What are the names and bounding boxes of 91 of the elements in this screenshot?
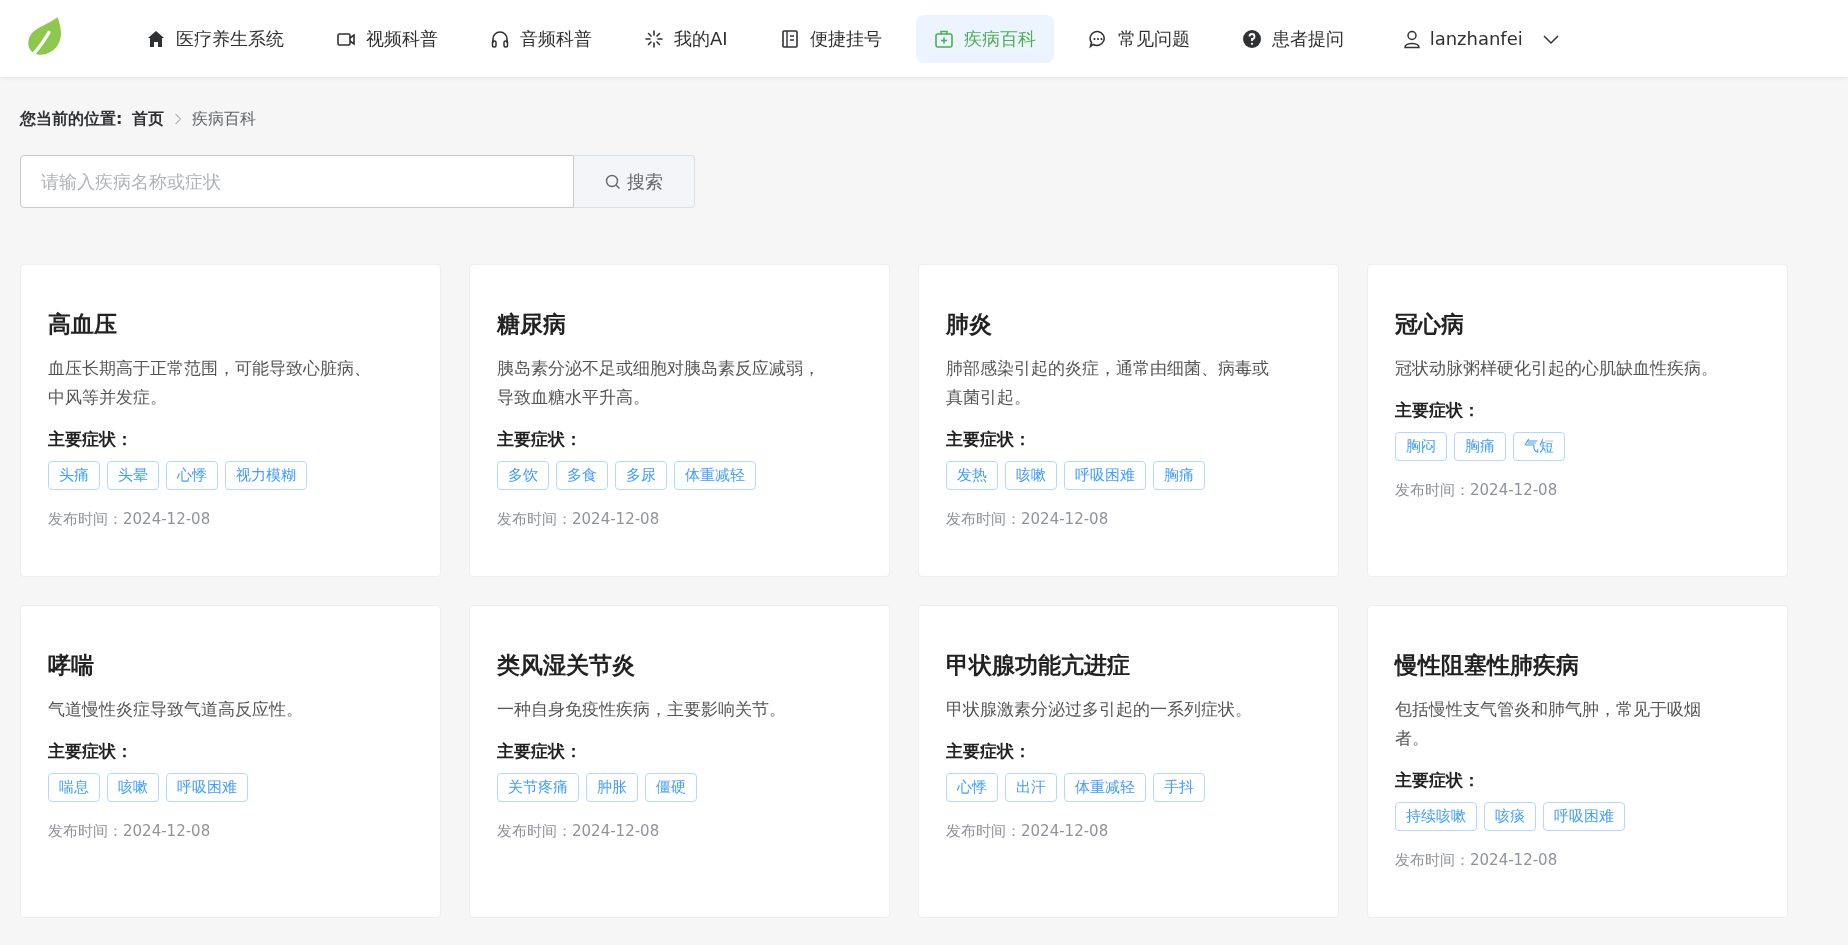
disease-description: 肺部感染引起的炎症，通常由细菌、病毒或真菌引起。 xyxy=(946,357,1270,409)
nav-tab[interactable]: 音频科普 xyxy=(472,14,610,63)
publish-date: 发布时间：2024-12-08 xyxy=(946,510,1110,529)
disease-description: 甲状腺激素分泌过多引起的一系列症状。 xyxy=(946,698,1253,721)
symptom-tag: 气短 xyxy=(1513,432,1565,461)
symptom-tag: 喘息 xyxy=(48,773,100,802)
symptoms-label: 主要症状： xyxy=(1395,399,1481,422)
chat-bubble-icon xyxy=(1087,28,1108,49)
symptoms-label: 主要症状： xyxy=(946,740,1032,763)
nav-tab[interactable]: 便捷挂号 xyxy=(761,14,900,63)
publish-date: 发布时间：2024-12-08 xyxy=(48,510,212,529)
disease-title: 糖尿病 xyxy=(497,310,567,339)
breadcrumb-label: 您当前的位置: xyxy=(20,108,123,130)
symptom-tag: 胸痛 xyxy=(1153,461,1205,490)
question-circle-icon xyxy=(1241,28,1262,49)
publish-date: 发布时间：2024-12-08 xyxy=(1395,851,1559,870)
nav-tab[interactable]: 医疗养生系统 xyxy=(128,14,302,63)
disease-card[interactable]: 肺炎 肺部感染引起的炎症，通常由细菌、病毒或真菌引起。 主要症状： 发热 咳嗽 呼吸困难 胸痛 发布时间：2024-12-08 xyxy=(918,264,1339,577)
symptom-tag: 心悸 xyxy=(166,461,218,490)
user-icon xyxy=(1401,28,1422,49)
disease-card[interactable]: 高血压 血压长期高于正常范围，可能导致心脏病、中风等并发症。 主要症状： 头痛 头晕 心悸 视力模糊 发布时间：2024-12-08 xyxy=(20,264,441,577)
symptom-tag: 咳痰 xyxy=(1484,802,1536,831)
publish-date: 发布时间：2024-12-08 xyxy=(497,510,661,529)
symptom-tag: 关节疼痛 xyxy=(497,773,579,802)
symptom-tag: 视力模糊 xyxy=(225,461,307,490)
document-icon xyxy=(779,28,800,49)
disease-description: 冠状动脉粥样硬化引起的心肌缺血性疾病。 xyxy=(1395,357,1719,380)
search-icon xyxy=(605,173,621,190)
symptom-tag: 胸闷 xyxy=(1395,432,1447,461)
search-field[interactable]: 请输入疾病名称或症状 xyxy=(20,155,574,208)
publish-date: 发布时间：2024-12-08 xyxy=(48,822,212,841)
symptom-tag: 头痛 xyxy=(48,461,100,490)
breadcrumb-link[interactable]: 首页 xyxy=(132,108,165,130)
disease-description: 气道慢性炎症导致气道高反应性。 xyxy=(48,698,304,721)
disease-card[interactable]: 慢性阻塞性肺疾病 包括慢性支气管炎和肺气肿，常见于吸烟者。 主要症状： 持续咳嗽 咳痰 呼吸困难 发布时间：2024-12-08 xyxy=(1367,605,1788,918)
symptom-tag: 多食 xyxy=(556,461,608,490)
disease-description: 包括慢性支气管炎和肺气肿，常见于吸烟者。 xyxy=(1395,698,1702,750)
symptom-tag: 体重减轻 xyxy=(1064,773,1146,802)
sparkle-icon xyxy=(644,28,664,49)
publish-date: 发布时间：2024-12-08 xyxy=(946,822,1110,841)
disease-title: 慢性阻塞性肺疾病 xyxy=(1395,651,1580,680)
symptom-tag: 呼吸困难 xyxy=(1543,802,1625,831)
disease-title: 肺炎 xyxy=(946,310,993,339)
symptom-tag: 咳嗽 xyxy=(1005,461,1057,490)
symptom-tag: 发热 xyxy=(946,461,998,490)
symptoms-label: 主要症状： xyxy=(48,428,134,451)
disease-card[interactable]: 哮喘 气道慢性炎症导致气道高反应性。 主要症状： 喘息 咳嗽 呼吸困难 发布时间：2024-12-08 xyxy=(20,605,441,918)
symptom-tag: 多尿 xyxy=(615,461,667,490)
symptom-tag: 呼吸困难 xyxy=(1064,461,1146,490)
disease-title: 高血压 xyxy=(48,310,118,339)
user-menu[interactable]: lanzhanfei xyxy=(1401,28,1561,49)
nav-tab[interactable]: 常见问题 xyxy=(1069,14,1208,63)
medical-kit-icon xyxy=(933,28,954,49)
publish-date: 发布时间：2024-12-08 xyxy=(1395,481,1559,500)
disease-card[interactable]: 冠心病 冠状动脉粥样硬化引起的心肌缺血性疾病。 主要症状： 胸闷 胸痛 气短 发布时间：2024-12-08 xyxy=(1367,264,1788,577)
symptom-tag: 手抖 xyxy=(1153,773,1205,802)
symptom-tag: 咳嗽 xyxy=(107,773,159,802)
disease-title: 类风湿关节炎 xyxy=(497,651,636,680)
disease-card[interactable]: 糖尿病 胰岛素分泌不足或细胞对胰岛素反应减弱，导致血糖水平升高。 主要症状： 多饮 多食 多尿 体重减轻 发布时间：2024-12-08 xyxy=(469,264,890,577)
search-button[interactable]: 搜索 xyxy=(574,155,695,208)
symptoms-label: 主要症状： xyxy=(497,428,583,451)
nav-tab[interactable]: 视频科普 xyxy=(318,14,456,63)
symptoms-label: 主要症状： xyxy=(48,740,134,763)
disease-title: 哮喘 xyxy=(48,651,95,680)
symptom-tag: 胸痛 xyxy=(1454,432,1506,461)
symptom-tag: 体重减轻 xyxy=(674,461,756,490)
symptoms-label: 主要症状： xyxy=(1395,769,1481,792)
disease-description: 血压长期高于正常范围，可能导致心脏病、中风等并发症。 xyxy=(48,357,372,409)
disease-title: 甲状腺功能亢进症 xyxy=(946,651,1131,680)
symptom-tag: 呼吸困难 xyxy=(166,773,248,802)
symptom-tag: 心悸 xyxy=(946,773,998,802)
symptom-tag: 肿胀 xyxy=(586,773,638,802)
disease-title: 冠心病 xyxy=(1395,310,1465,339)
disease-card[interactable]: 类风湿关节炎 一种自身免疫性疾病，主要影响关节。 主要症状： 关节疼痛 肿胀 僵硬 发布时间：2024-12-08 xyxy=(469,605,890,918)
symptom-tag: 头晕 xyxy=(107,461,159,490)
disease-description: 胰岛素分泌不足或细胞对胰岛素反应减弱，导致血糖水平升高。 xyxy=(497,357,821,409)
disease-card[interactable]: 甲状腺功能亢进症 甲状腺激素分泌过多引起的一系列症状。 主要症状： 心悸 出汗 体重减轻 手抖 发布时间：2024-12-08 xyxy=(918,605,1339,918)
symptom-tag: 僵硬 xyxy=(645,773,697,802)
headphones-icon xyxy=(490,28,510,49)
publish-date: 发布时间：2024-12-08 xyxy=(497,822,661,841)
symptom-tag: 多饮 xyxy=(497,461,549,490)
chevron-right-icon xyxy=(174,113,183,125)
nav-tab[interactable]: 我的AI xyxy=(626,14,746,63)
nav-tab[interactable]: 患者提问 xyxy=(1223,14,1362,63)
symptom-tag: 出汗 xyxy=(1005,773,1057,802)
symptoms-label: 主要症状： xyxy=(497,740,583,763)
disease-description: 一种自身免疫性疾病，主要影响关节。 xyxy=(497,698,787,721)
symptom-tag: 持续咳嗽 xyxy=(1395,802,1477,831)
breadcrumb-link[interactable]: 疾病百科 xyxy=(192,108,257,130)
home-icon xyxy=(146,28,166,49)
symptoms-label: 主要症状： xyxy=(946,428,1032,451)
